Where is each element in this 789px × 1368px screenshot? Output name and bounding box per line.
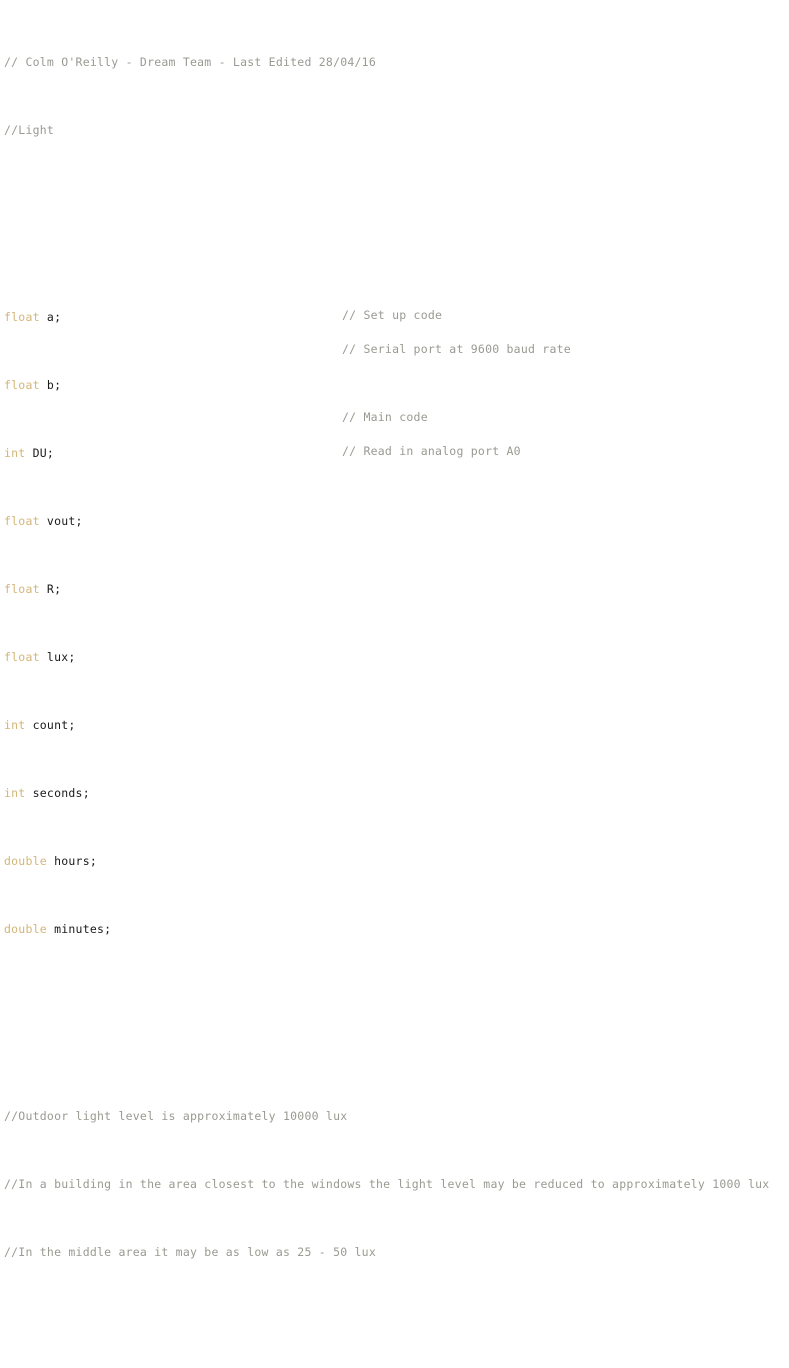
code-line-blank-1 [4,190,789,207]
comment-outdoor-lux: //Outdoor light level is approximately 1… [4,1109,348,1123]
keyword-float: float [4,514,40,528]
identifier-du: DU; [25,446,55,460]
code-line-blank-3 [4,989,789,1006]
identifier-lux: lux; [39,650,76,664]
code-line-header-2: //Light [4,122,789,139]
keyword-float: float [4,650,40,664]
identifier-b: b; [39,378,62,392]
code-line-header-1: // Colm O'Reilly - Dream Team - Last Edi… [4,54,789,71]
code-line-decl-count: int count; [4,717,789,734]
keyword-int: int [4,786,26,800]
comment-author-line: // Colm O'Reilly - Dream Team - Last Edi… [4,55,376,69]
keyword-double: double [4,854,47,868]
code-line-blank-4 [4,1040,789,1057]
code-line-blank-2 [4,241,789,258]
code-line-decl-r: float R; [4,581,789,598]
code-line-note-1: //Outdoor light level is approximately 1… [4,1108,789,1125]
keyword-float: float [4,378,40,392]
code-text-area[interactable]: // Colm O'Reilly - Dream Team - Last Edi… [0,0,789,1368]
identifier-hours: hours; [46,854,97,868]
code-line-decl-b: float b; [4,377,789,394]
keyword-double: double [4,922,47,936]
identifier-minutes: minutes; [46,922,112,936]
code-line-decl-minutes: double minutes; [4,921,789,938]
code-line-note-3: //In the middle area it may be as low as… [4,1244,789,1261]
identifier-count: count; [25,718,76,732]
identifier-vout: vout; [39,514,83,528]
comment-light-label: //Light [4,123,55,137]
code-editor[interactable]: // Colm O'Reilly - Dream Team - Last Edi… [0,0,789,1259]
identifier-a: a; [39,310,62,324]
code-line-blank-5 [4,1312,789,1329]
code-line-note-2: //In a building in the area closest to t… [4,1176,789,1193]
comment-middle-lux: //In the middle area it may be as low as… [4,1245,376,1259]
keyword-float: float [4,582,40,596]
code-line-blank-6 [4,1363,789,1368]
keyword-int: int [4,718,26,732]
comment-building-lux: //In a building in the area closest to t… [4,1177,770,1191]
keyword-float: float [4,310,40,324]
code-line-decl-lux: float lux; [4,649,789,666]
identifier-seconds: seconds; [25,786,90,800]
keyword-int: int [4,446,26,460]
code-line-decl-hours: double hours; [4,853,789,870]
code-line-decl-seconds: int seconds; [4,785,789,802]
code-line-decl-vout: float vout; [4,513,789,530]
identifier-r: R; [39,582,62,596]
